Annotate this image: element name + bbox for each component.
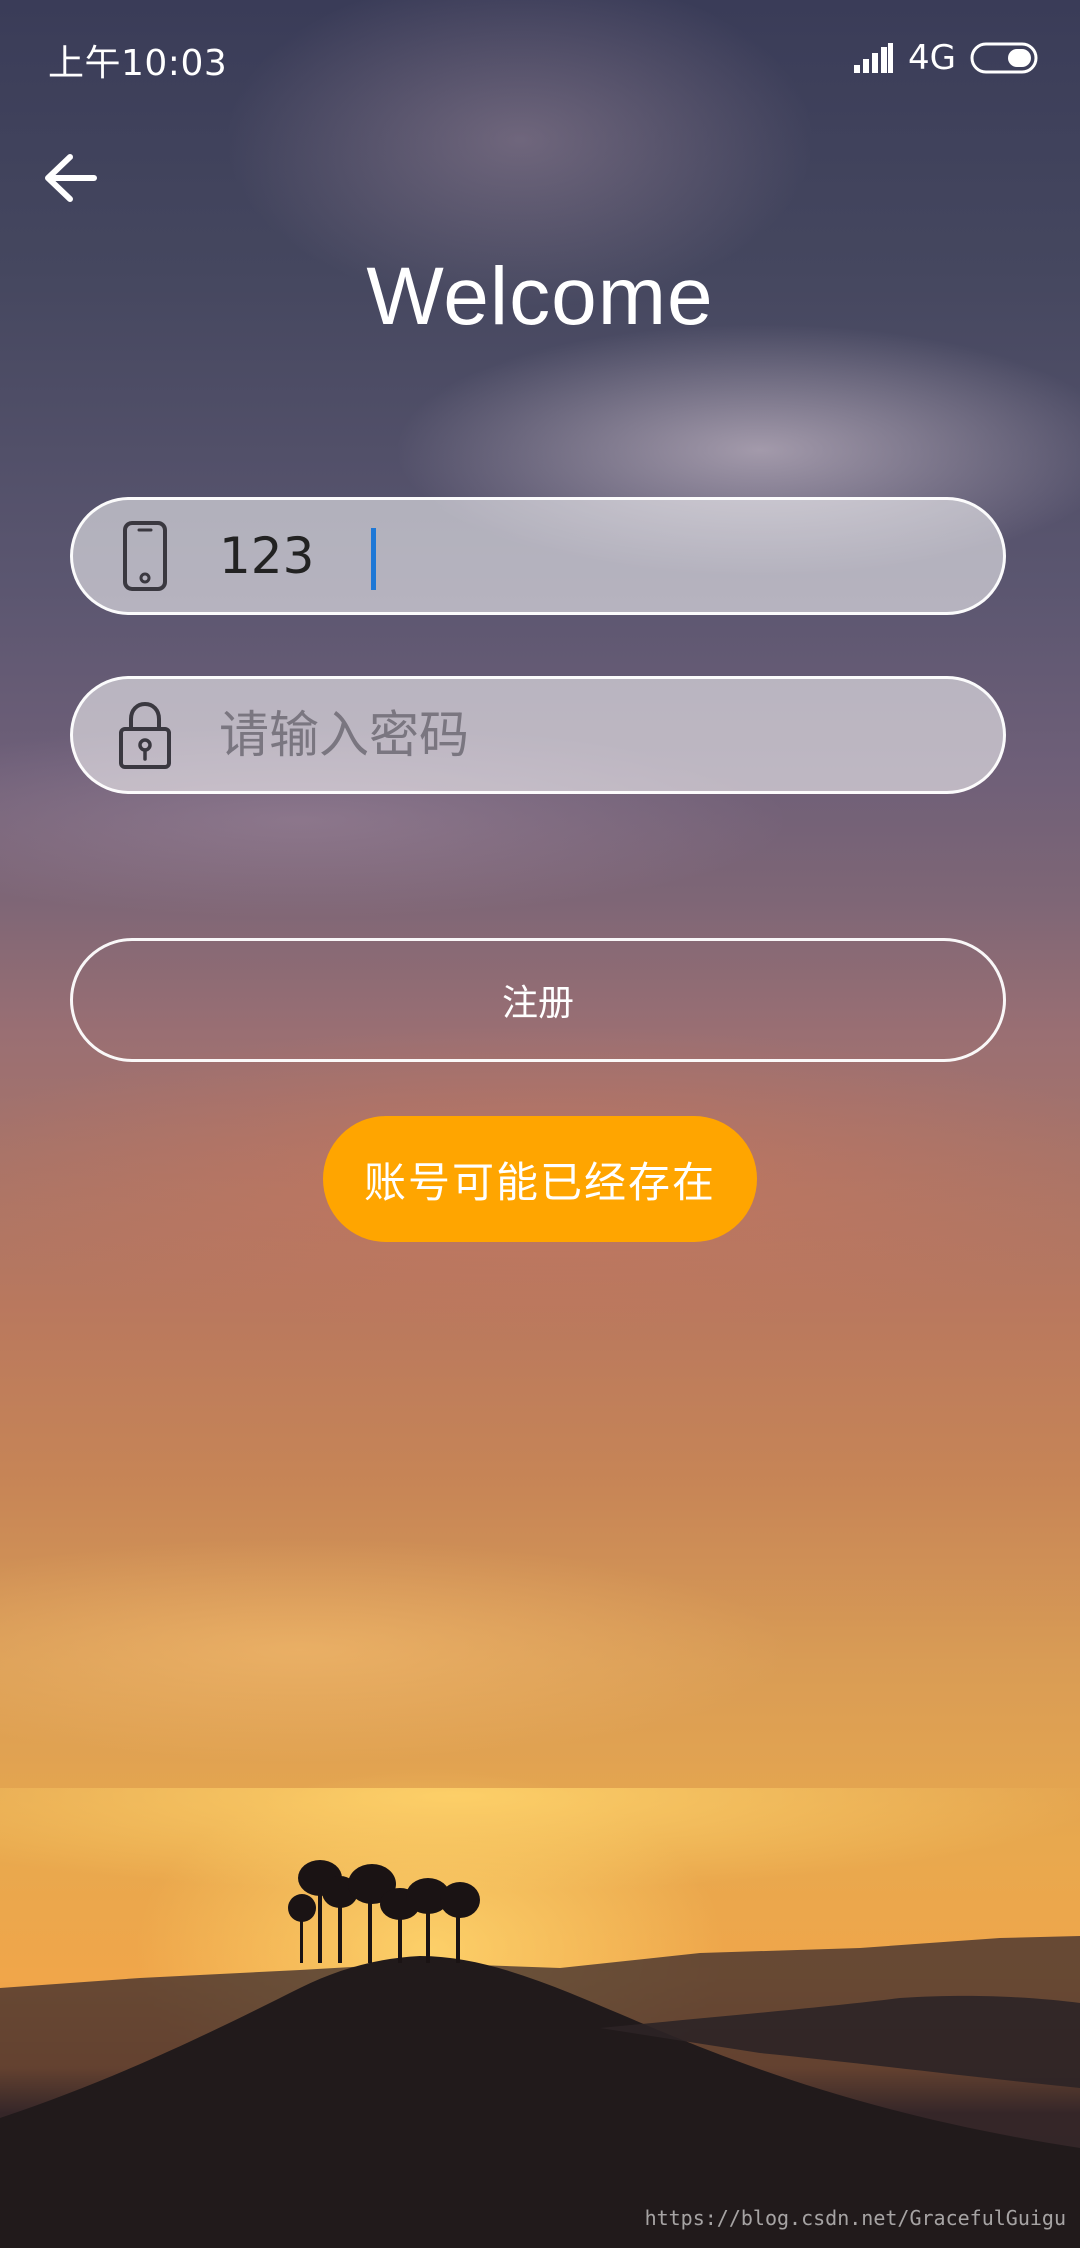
phone-icon <box>117 518 173 594</box>
status-bar: 上午10:03 4G <box>0 0 1080 120</box>
lock-icon <box>117 697 173 773</box>
text-cursor <box>371 528 376 590</box>
sunset-hill-silhouette <box>0 1788 1080 2248</box>
battery-icon <box>970 42 1038 74</box>
phone-input[interactable] <box>219 514 919 598</box>
watermark: https://blog.csdn.net/GracefulGuigu <box>644 2206 1066 2230</box>
page-title: Welcome <box>366 251 714 342</box>
status-time: 上午10:03 <box>48 43 228 84</box>
password-input[interactable] <box>219 693 919 777</box>
back-button[interactable] <box>30 138 110 218</box>
arrow-left-icon <box>45 154 97 202</box>
register-button[interactable]: 注册 <box>70 938 1006 1062</box>
toast-message: 账号可能已经存在 <box>323 1116 757 1242</box>
status-indicators: 4G <box>854 38 1040 78</box>
password-field[interactable] <box>70 676 1006 794</box>
phone-field[interactable] <box>70 497 1006 615</box>
network-type: 4G <box>908 38 956 78</box>
signal-bars-icon <box>854 43 894 73</box>
